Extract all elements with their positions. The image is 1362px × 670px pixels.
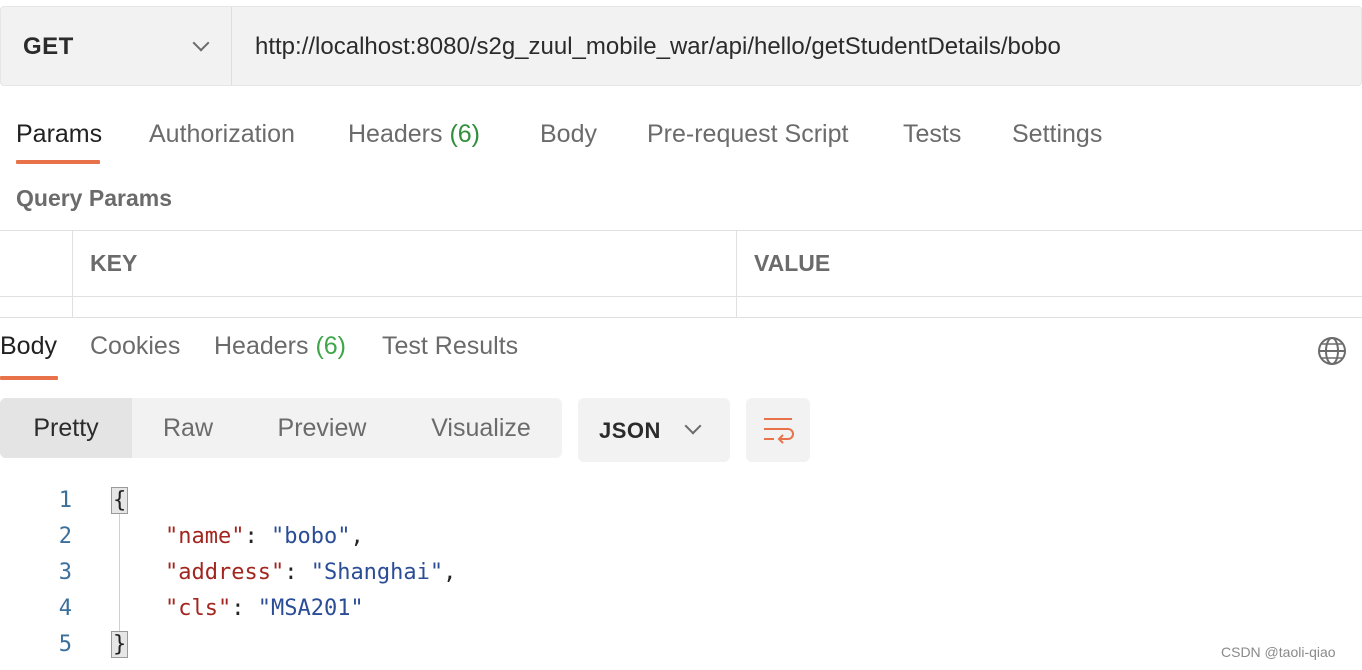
chevron-down-icon	[684, 417, 702, 435]
column-header-value: VALUE	[754, 250, 831, 276]
code-line: }	[110, 631, 129, 658]
tab-response-body[interactable]: Body	[0, 332, 57, 361]
request-url-bar: GET http://localhost:8080/s2g_zuul_mobil…	[0, 6, 1362, 86]
json-key: "name"	[164, 524, 245, 549]
headers-count-badge: (6)	[449, 120, 481, 148]
globe-icon[interactable]	[1317, 336, 1347, 366]
query-params-title: Query Params	[16, 185, 172, 211]
wrap-lines-button[interactable]	[746, 398, 810, 462]
wrap-lines-icon	[764, 418, 794, 444]
tab-params[interactable]: Params	[16, 120, 102, 149]
code-line: "name": "bobo",	[164, 524, 364, 549]
format-select[interactable]: JSON	[578, 398, 730, 462]
json-value: "MSA201"	[257, 596, 364, 621]
watermark: CSDN @taoli-qiao	[1221, 644, 1336, 660]
tab-response-headers[interactable]: Headers (6)	[214, 332, 346, 361]
table-divider	[0, 230, 1362, 231]
code-line: {	[110, 487, 129, 514]
query-params-table: KEY VALUE	[0, 230, 1362, 318]
chevron-down-icon	[192, 34, 210, 52]
json-value: "bobo"	[270, 524, 351, 549]
open-brace: {	[110, 487, 129, 514]
view-mode-pretty[interactable]: Pretty	[0, 398, 132, 458]
view-mode-preview[interactable]: Preview	[244, 398, 400, 458]
code-line: "cls": "MSA201"	[164, 596, 364, 621]
request-tabs: Params Authorization Headers (6) Body Pr…	[0, 108, 1362, 168]
tab-cookies[interactable]: Cookies	[90, 332, 180, 361]
pane-divider[interactable]	[0, 317, 1362, 318]
json-value: "Shanghai"	[310, 560, 444, 585]
json-key: "cls"	[164, 596, 232, 621]
code-line: "address": "Shanghai",	[164, 560, 457, 585]
response-headers-count-badge: (6)	[315, 332, 347, 360]
json-punct: ,	[443, 560, 457, 585]
line-number: 2	[58, 524, 72, 549]
method-select[interactable]: GET	[1, 7, 232, 85]
json-key: "address"	[164, 560, 285, 585]
column-divider	[72, 230, 73, 318]
line-number: 1	[58, 488, 72, 513]
tab-headers[interactable]: Headers (6)	[348, 120, 480, 149]
tab-headers-label: Headers	[348, 120, 443, 148]
active-tab-indicator	[0, 376, 58, 380]
line-number: 4	[58, 596, 72, 621]
method-label: GET	[23, 33, 74, 60]
view-mode-visualize[interactable]: Visualize	[400, 398, 562, 458]
view-mode-segmented-control: Pretty Raw Preview Visualize	[0, 398, 562, 458]
json-punct: ,	[350, 524, 364, 549]
tab-authorization[interactable]: Authorization	[149, 120, 295, 149]
tab-response-headers-label: Headers	[214, 332, 309, 360]
close-brace: }	[110, 631, 129, 658]
table-divider	[0, 296, 1362, 297]
tab-body[interactable]: Body	[540, 120, 597, 149]
format-label: JSON	[599, 418, 661, 443]
view-mode-raw[interactable]: Raw	[132, 398, 244, 458]
response-code-view[interactable]: 1 2 3 4 5 { "name": "bobo", "address": "…	[0, 480, 1362, 670]
url-input[interactable]: http://localhost:8080/s2g_zuul_mobile_wa…	[255, 33, 1061, 61]
tab-settings[interactable]: Settings	[1012, 120, 1102, 149]
line-number: 3	[58, 560, 72, 585]
column-header-key: KEY	[90, 250, 138, 276]
response-tabs: Body Cookies Headers (6) Test Results	[0, 320, 1362, 382]
tab-prerequest-script[interactable]: Pre-request Script	[647, 120, 848, 149]
tab-tests[interactable]: Tests	[903, 120, 961, 149]
line-number: 5	[58, 632, 72, 657]
column-divider	[736, 230, 737, 318]
tab-test-results[interactable]: Test Results	[382, 332, 518, 361]
active-tab-indicator	[16, 160, 100, 164]
